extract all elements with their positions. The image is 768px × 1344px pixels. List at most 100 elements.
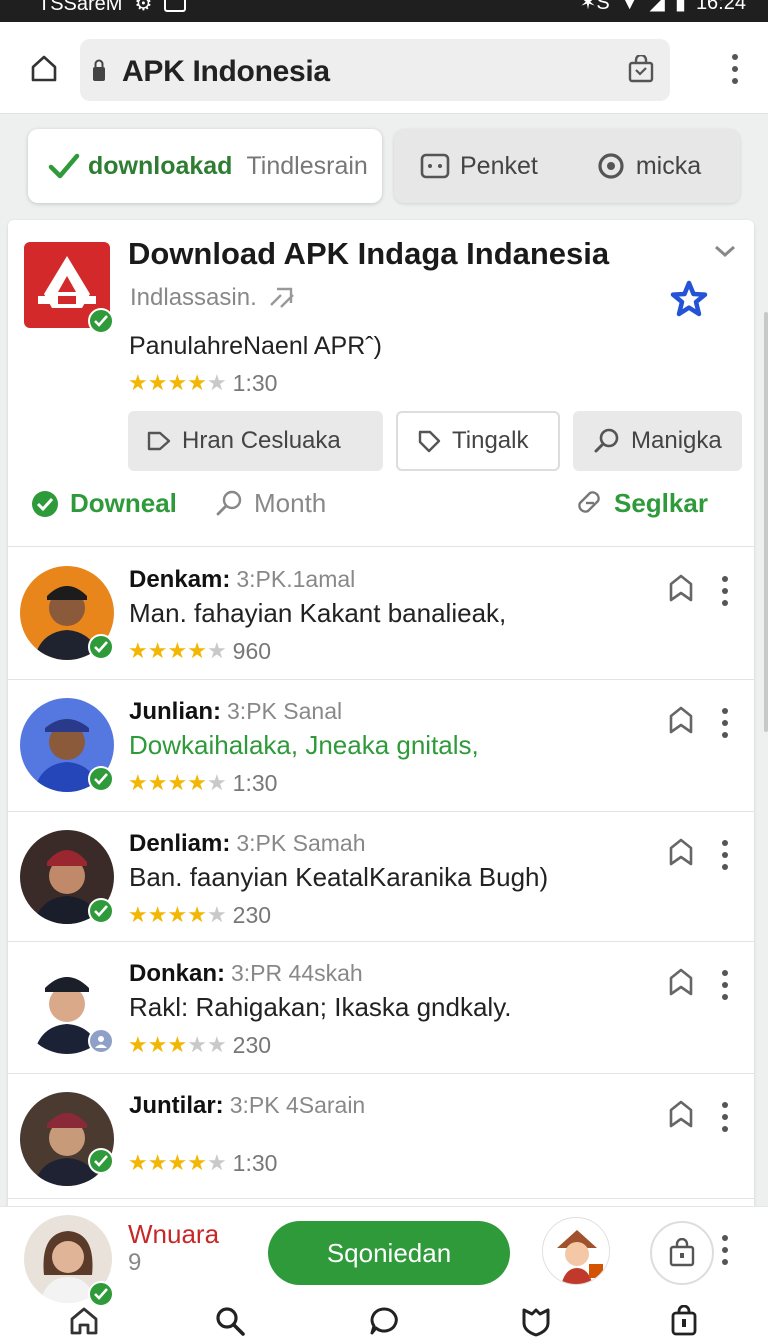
divider bbox=[8, 546, 754, 547]
download-link[interactable]: Downeal bbox=[30, 488, 177, 519]
star-icon: ★ bbox=[147, 370, 168, 395]
shield-icon bbox=[522, 1308, 550, 1337]
nav-home[interactable] bbox=[64, 1301, 104, 1341]
shopping-bag-icon[interactable] bbox=[628, 55, 654, 83]
tab-packet[interactable]: Penket micka bbox=[394, 129, 740, 203]
overflow-menu-icon[interactable] bbox=[732, 54, 738, 84]
star-icon: ★ bbox=[187, 1032, 207, 1057]
more-options-icon[interactable] bbox=[722, 708, 728, 738]
gear-icon: ⚙ bbox=[134, 0, 153, 15]
sticker-avatar[interactable] bbox=[542, 1217, 610, 1285]
home-icon bbox=[70, 1307, 98, 1335]
nav-search[interactable] bbox=[210, 1301, 250, 1341]
star-icon: ★ bbox=[167, 1032, 188, 1057]
bookmark-icon[interactable] bbox=[668, 1099, 694, 1129]
nav-chat[interactable] bbox=[364, 1301, 404, 1341]
nav-shield[interactable] bbox=[516, 1301, 556, 1341]
more-options-icon[interactable] bbox=[722, 840, 728, 870]
review-header: Denliam: 3:PK Samah bbox=[129, 830, 366, 858]
home-icon bbox=[31, 55, 57, 82]
share-link[interactable]: Seglkar bbox=[576, 488, 708, 519]
more-options-icon[interactable] bbox=[722, 1102, 728, 1132]
review-header: Donkan: 3:PR 44skah bbox=[129, 960, 363, 988]
save-button[interactable]: Hran Cesluaka bbox=[128, 411, 383, 471]
star-icon: ★ bbox=[187, 638, 207, 663]
more-options-icon[interactable] bbox=[722, 576, 728, 606]
scrollbar[interactable] bbox=[764, 312, 768, 732]
star-icon: ★ bbox=[128, 1150, 148, 1175]
nav-bag[interactable] bbox=[664, 1301, 704, 1341]
tab-strip: downloakad Tindlesrain Penket micka bbox=[0, 114, 768, 218]
bottom-action-bar: Wnuara 9 Sqoniedan bbox=[0, 1206, 768, 1344]
review-item[interactable]: Denliam: 3:PK Samah Ban. faanyian KeatalK… bbox=[8, 812, 754, 944]
bag-button[interactable] bbox=[650, 1221, 714, 1285]
star-icon: ★ bbox=[128, 370, 148, 395]
chevron-down-icon[interactable] bbox=[714, 244, 736, 258]
star-rating-icon: ★★★★★ bbox=[128, 1034, 227, 1057]
developer-label: Indlassasin. bbox=[130, 284, 257, 311]
star-icon: ★ bbox=[187, 370, 207, 395]
user-name: Wnuara bbox=[128, 1219, 220, 1249]
bookmark-icon[interactable] bbox=[668, 837, 694, 867]
month-link-label: Month bbox=[254, 488, 327, 518]
bookmark-icon[interactable] bbox=[668, 967, 694, 997]
review-rating: ★★★★★ 230 bbox=[128, 902, 271, 929]
app-title: Download APK Indaga Indanesia bbox=[128, 236, 610, 271]
home-button[interactable] bbox=[24, 48, 64, 88]
review-rating: ★★★★★ 1:30 bbox=[128, 770, 277, 797]
rating-count: 1:30 bbox=[232, 1150, 278, 1176]
arrow-forward-icon bbox=[269, 287, 294, 308]
star-icon: ★ bbox=[206, 638, 227, 663]
search-icon bbox=[216, 1307, 245, 1336]
review-item[interactable]: Juntilar: 3:PK 4Sarain ★★★★★ 1:30 bbox=[8, 1074, 754, 1206]
review-item[interactable]: Donkan: 3:PR 44skah Rakl: Rahigakan; Ikas… bbox=[8, 942, 754, 1074]
tab-label: Penket bbox=[460, 151, 538, 180]
star-rating-icon: ★★★★★ bbox=[128, 640, 227, 663]
divider bbox=[8, 1198, 754, 1199]
star-icon: ★ bbox=[167, 1150, 188, 1175]
notification-icon bbox=[164, 0, 187, 12]
rating-count: 230 bbox=[232, 1032, 272, 1058]
app-developer[interactable]: Indlassasin. bbox=[130, 284, 297, 312]
tab-downloaded[interactable]: downloakad Tindlesrain bbox=[28, 129, 382, 203]
star-icon: ★ bbox=[187, 902, 207, 927]
shopping-bag-icon bbox=[669, 1238, 695, 1267]
star-rating-icon: ★★★★★ bbox=[128, 772, 227, 795]
star-icon: ★ bbox=[206, 1150, 227, 1175]
reviewer-name: Donkan: bbox=[129, 960, 225, 987]
reviewer-name: Denliam: bbox=[129, 830, 231, 857]
shopping-bag-icon bbox=[671, 1305, 697, 1336]
star-rating-icon: ★★★★★ bbox=[128, 372, 227, 395]
star-icon: ★ bbox=[206, 1032, 227, 1057]
review-text: Dowkaihalaka, Jneaka gnitals, bbox=[129, 730, 479, 760]
review-meta: 3:PK Samah bbox=[236, 830, 366, 856]
url-bar[interactable]: APK Indonesia bbox=[80, 39, 670, 101]
more-options-icon[interactable] bbox=[722, 1235, 728, 1265]
share-link-label: Seglkar bbox=[614, 488, 708, 518]
app-rating: ★★★★★ 1:30 bbox=[128, 370, 277, 397]
star-icon: ★ bbox=[187, 1150, 207, 1175]
download-link-label: Downeal bbox=[70, 488, 177, 518]
review-meta: 3:PK 4Sarain bbox=[229, 1092, 366, 1118]
tag-button[interactable]: Tingalk bbox=[396, 411, 560, 471]
verified-badge-icon bbox=[88, 308, 114, 334]
star-icon: ★ bbox=[128, 638, 148, 663]
primary-cta-button[interactable]: Sqoniedan bbox=[268, 1221, 510, 1285]
star-icon: ★ bbox=[147, 770, 168, 795]
more-options-icon[interactable] bbox=[722, 970, 728, 1000]
month-link[interactable]: Month bbox=[214, 488, 326, 519]
app-package-name: PanulahreNaenl APRˆ) bbox=[129, 332, 382, 360]
reviewer-name: Denkam: bbox=[129, 566, 231, 593]
target-icon bbox=[598, 153, 624, 179]
bookmark-icon[interactable] bbox=[668, 573, 694, 603]
star-icon: ★ bbox=[147, 638, 168, 663]
cell-signal-icon: ◢ bbox=[649, 0, 665, 14]
review-item[interactable]: Denkam: 3:PK.1amal Man. fahayian Kakant b… bbox=[8, 548, 754, 680]
tab-secondary-label: micka bbox=[635, 151, 702, 180]
review-text: Ban. faanyian KeatalKaranika Bugh) bbox=[129, 862, 549, 892]
favorite-star-icon[interactable] bbox=[670, 280, 708, 318]
search-button[interactable]: Manigka bbox=[573, 411, 742, 471]
review-item[interactable]: Junlian: 3:PK Sanal Dowkaihalaka, Jneaka … bbox=[8, 680, 754, 812]
user-count: 9 bbox=[128, 1249, 142, 1276]
bookmark-icon[interactable] bbox=[668, 705, 694, 735]
